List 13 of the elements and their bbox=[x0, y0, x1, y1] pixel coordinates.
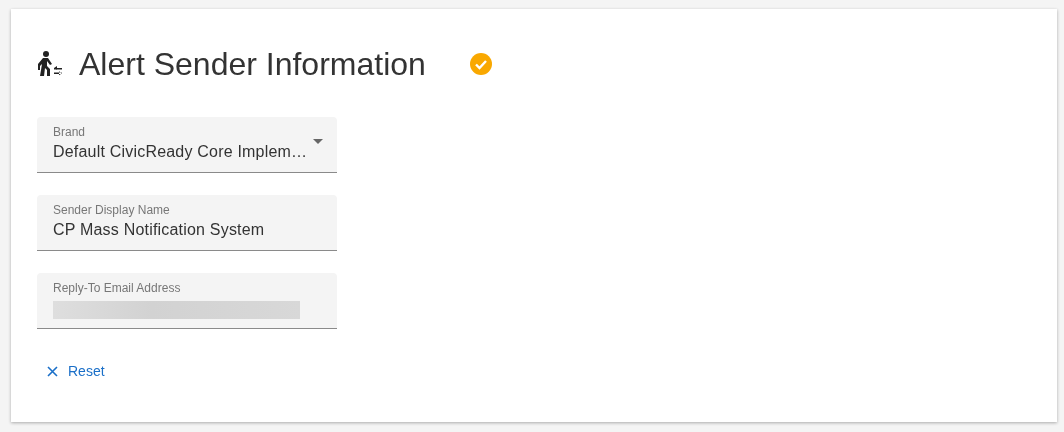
close-icon bbox=[47, 365, 58, 377]
brand-select[interactable]: Brand Default CivicReady Core Implem… bbox=[37, 117, 337, 173]
reset-button[interactable]: Reset bbox=[41, 359, 111, 383]
field-value: CP Mass Notification System bbox=[53, 221, 266, 239]
dropdown-caret-icon bbox=[313, 139, 323, 144]
input-field[interactable]: Sender Display Name CP Mass Notification System bbox=[37, 195, 337, 251]
section-title: Alert Sender Information bbox=[79, 45, 426, 83]
field-label: Sender Display Name bbox=[53, 203, 171, 217]
field-label: Brand bbox=[53, 125, 87, 139]
field-value: Default CivicReady Core Implem… bbox=[53, 143, 309, 161]
person-arrows-icon bbox=[37, 51, 65, 77]
email-field[interactable]: Reply-To Email Address bbox=[37, 273, 337, 329]
field-label: Reply-To Email Address bbox=[53, 281, 182, 295]
